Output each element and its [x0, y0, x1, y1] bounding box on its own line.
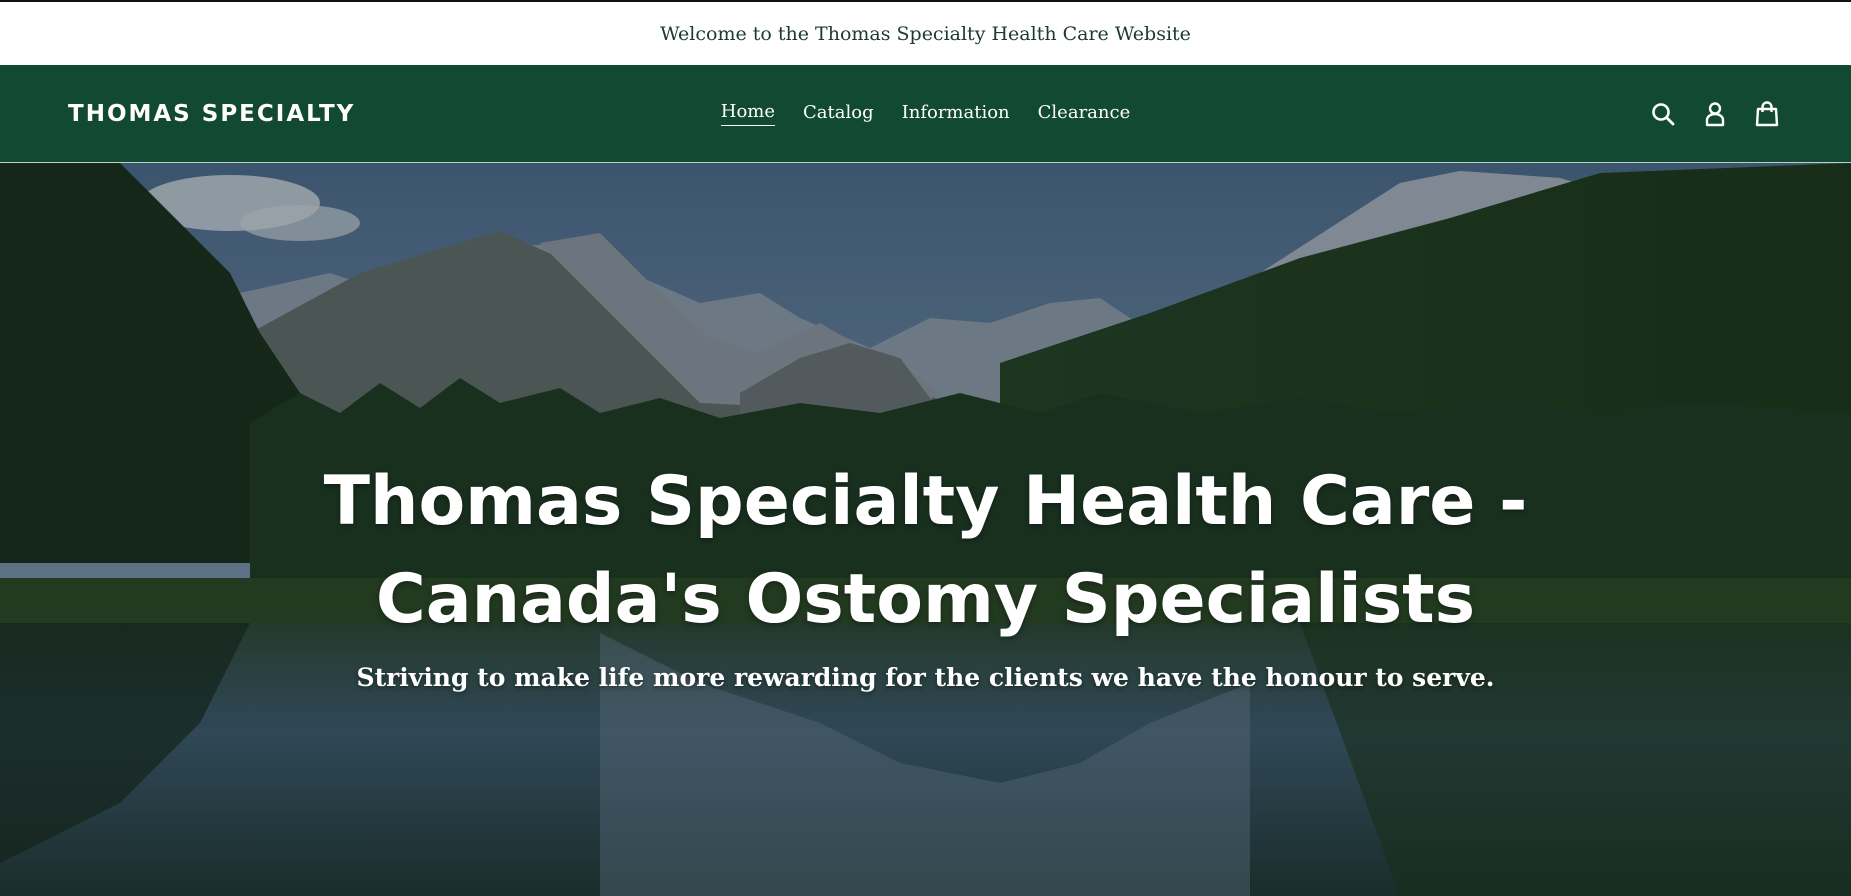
nav-item-home[interactable]: Home: [720, 101, 776, 126]
account-icon[interactable]: [1701, 100, 1729, 128]
nav-item-clearance[interactable]: Clearance: [1038, 102, 1131, 126]
hero-subtitle: Striving to make life more rewarding for…: [356, 663, 1495, 692]
search-icon[interactable]: [1649, 100, 1677, 128]
hero-title: Thomas Specialty Health Care - Canada's …: [323, 462, 1528, 639]
nav-item-information[interactable]: Information: [902, 102, 1010, 126]
announcement-bar: Welcome to the Thomas Specialty Health C…: [0, 0, 1851, 65]
site-logo[interactable]: THOMAS SPECIALTY: [68, 101, 355, 127]
announcement-text: Welcome to the Thomas Specialty Health C…: [660, 22, 1191, 45]
cart-icon[interactable]: [1753, 100, 1781, 128]
site-header: THOMAS SPECIALTY Home Catalog Informatio…: [0, 65, 1851, 163]
hero-banner: Thomas Specialty Health Care - Canada's …: [0, 163, 1851, 896]
header-icons: [1649, 100, 1781, 128]
hero-text-block: Thomas Specialty Health Care - Canada's …: [0, 453, 1851, 692]
nav-item-catalog[interactable]: Catalog: [803, 102, 874, 126]
